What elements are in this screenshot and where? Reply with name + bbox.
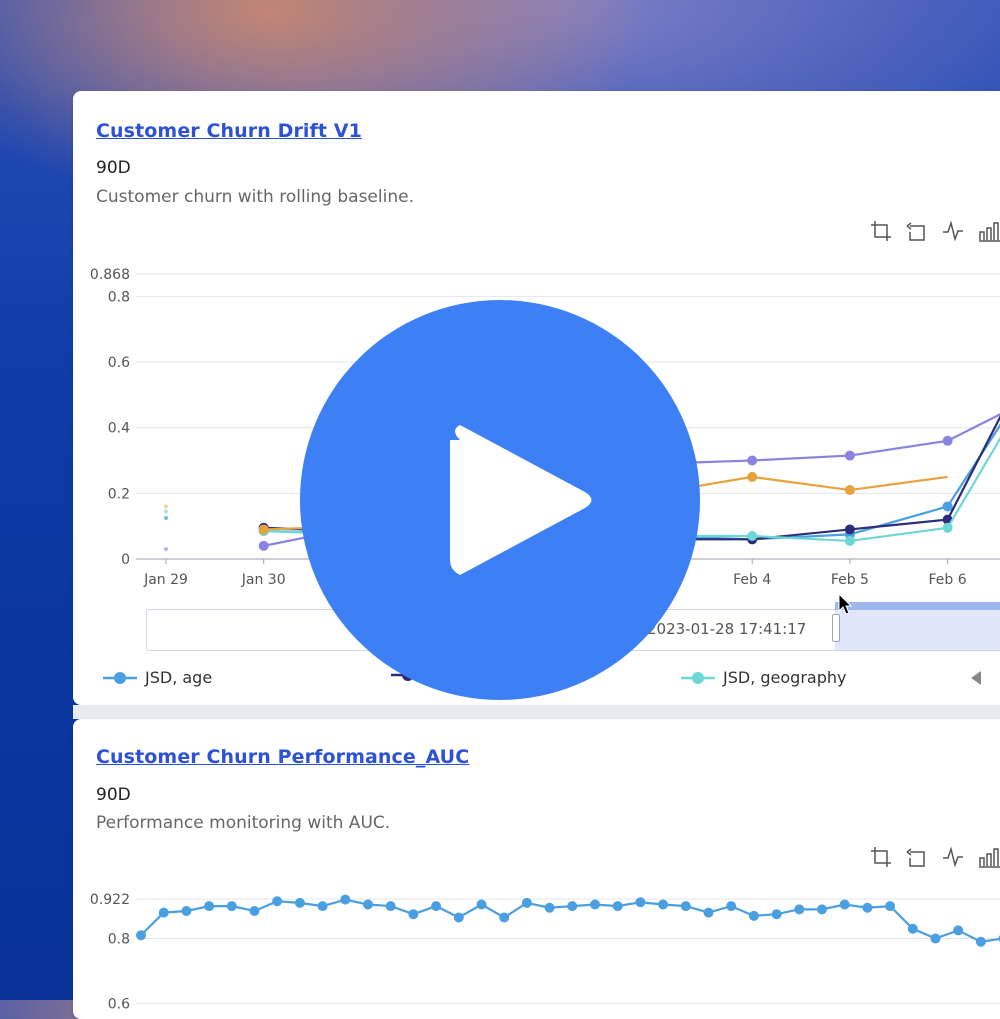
line-chart-icon[interactable] <box>940 218 966 244</box>
data-point <box>612 901 623 912</box>
data-point <box>703 907 714 918</box>
legend-label: JSD, age <box>145 668 213 687</box>
data-point <box>794 904 805 915</box>
data-point <box>975 936 986 947</box>
data-point <box>953 925 964 936</box>
legend-label: JSD, geography <box>723 668 847 687</box>
slider-window[interactable] <box>832 602 1000 650</box>
y-tick-label: 0.8 <box>108 932 130 948</box>
data-point <box>844 535 855 546</box>
undo-icon[interactable] <box>904 844 930 870</box>
line-chart-icon[interactable] <box>940 844 966 870</box>
data-point <box>408 909 419 920</box>
data-point <box>258 524 269 535</box>
data-point <box>748 910 759 921</box>
chart-toolbar <box>868 844 1000 870</box>
data-point <box>635 897 646 908</box>
y-tick-label: 0.6 <box>108 996 130 1012</box>
faint-point <box>164 509 168 514</box>
performance-monitor-card: Customer Churn Performance_AUC 90D Perfo… <box>73 719 1000 1019</box>
data-point <box>272 896 283 907</box>
play-icon <box>450 425 592 575</box>
data-point <box>158 907 169 918</box>
data-point <box>907 923 918 934</box>
data-point <box>942 501 953 512</box>
y-tick-label: 0.6 <box>108 355 130 371</box>
data-point <box>340 894 351 905</box>
y-tick-label: 0.4 <box>108 421 130 437</box>
auc-line-chart: 0.922 0.8 0.6 <box>90 892 1000 1012</box>
x-tick-label: Jan 29 <box>143 572 188 588</box>
x-tick-label: Feb 6 <box>929 572 967 588</box>
data-point <box>431 901 442 912</box>
play-video-button[interactable] <box>300 300 700 700</box>
performance-monitor-title-link[interactable]: Customer Churn Performance_AUC <box>96 746 469 768</box>
y-tick-label: 0.2 <box>108 486 130 502</box>
bar-chart-icon[interactable] <box>976 844 1000 870</box>
data-point <box>658 899 669 910</box>
time-window-label: 90D <box>96 158 131 178</box>
y-tick-label: 0 <box>121 552 130 568</box>
data-point <box>258 540 269 551</box>
chart-toolbar <box>868 218 1000 244</box>
data-point <box>817 904 827 915</box>
legend-prev-page[interactable]: 1 <box>969 668 1000 687</box>
data-point <box>249 905 260 916</box>
data-point <box>747 531 758 542</box>
data-point <box>590 899 600 910</box>
faint-point <box>164 504 168 509</box>
faint-point <box>164 547 168 552</box>
legend-item-jsd-geography[interactable]: JSD, geography <box>681 668 846 687</box>
data-point <box>844 524 855 535</box>
data-point <box>226 901 237 912</box>
data-point <box>204 901 215 912</box>
data-point <box>363 899 373 910</box>
card-separator <box>73 705 1000 719</box>
data-point <box>942 435 953 446</box>
data-point <box>136 930 146 941</box>
data-point <box>726 901 737 912</box>
data-point <box>747 471 758 482</box>
monitor-description: Performance monitoring with AUC. <box>96 813 391 833</box>
data-point <box>942 522 953 533</box>
triangle-left-icon <box>971 670 981 685</box>
x-tick-label: Feb 5 <box>831 572 869 588</box>
crop-icon[interactable] <box>868 844 894 870</box>
data-point <box>499 912 510 923</box>
data-point <box>680 901 691 912</box>
data-point <box>844 485 855 496</box>
data-point <box>544 902 555 913</box>
data-point <box>476 899 487 910</box>
legend-item-jsd-age[interactable]: JSD, age <box>103 668 212 687</box>
drift-monitor-title-link[interactable]: Customer Churn Drift V1 <box>96 120 362 142</box>
data-point <box>839 899 850 910</box>
faint-point <box>164 515 168 520</box>
data-point <box>521 897 532 908</box>
data-point <box>181 905 192 916</box>
time-window-label: 90D <box>96 785 131 805</box>
slider-handle[interactable] <box>832 614 840 642</box>
monitor-description: Customer churn with rolling baseline. <box>96 187 414 207</box>
undo-icon[interactable] <box>904 218 930 244</box>
data-point <box>453 912 464 923</box>
data-point <box>567 901 578 912</box>
mouse-cursor-icon <box>838 593 853 615</box>
data-point <box>747 455 758 466</box>
data-point <box>317 901 328 912</box>
x-tick-label: Jan 30 <box>241 572 286 588</box>
crop-icon[interactable] <box>868 218 894 244</box>
data-point <box>771 909 782 920</box>
data-point <box>385 901 396 912</box>
data-point <box>294 897 305 908</box>
data-point <box>930 933 941 944</box>
y-tick-label: 0.868 <box>90 267 130 283</box>
data-point <box>862 902 873 913</box>
x-tick-label: Feb 4 <box>733 572 771 588</box>
data-point <box>885 901 896 912</box>
y-tick-label: 0.8 <box>108 289 130 305</box>
y-tick-label: 0.922 <box>90 892 130 908</box>
bar-chart-icon[interactable] <box>976 218 1000 244</box>
data-point <box>844 450 855 461</box>
